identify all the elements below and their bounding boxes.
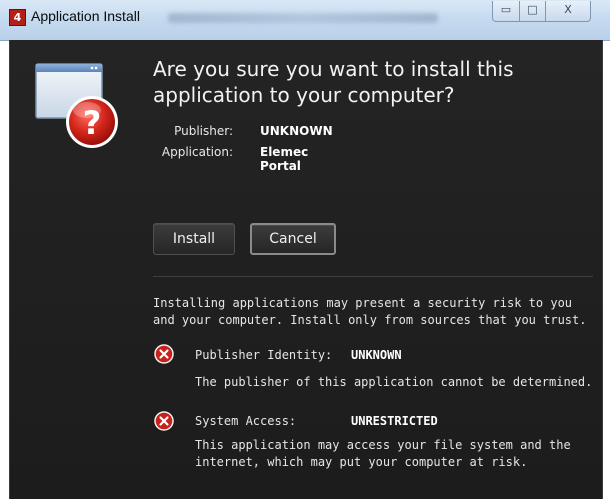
adobe-air-logo-icon: 4 — [9, 9, 26, 26]
publisher-identity-label: Publisher Identity: — [195, 348, 333, 362]
dialog-content: ? Are you sure you want to install this … — [9, 40, 603, 499]
system-access-value: UNRESTRICTED — [351, 414, 438, 428]
system-access-desc: This application may access your file sy… — [195, 438, 571, 469]
error-x-icon — [154, 411, 174, 431]
publisher-value: UNKNOWN — [260, 124, 333, 138]
window-question-icon: ? — [35, 63, 118, 148]
divider — [153, 276, 593, 277]
install-button[interactable]: Install — [153, 223, 235, 255]
application-value: Elemec Portal — [260, 145, 309, 173]
application-label: Application: — [161, 145, 233, 159]
system-access-label: System Access: — [195, 414, 297, 428]
blurred-title-text — [168, 13, 438, 23]
error-x-icon — [154, 344, 174, 364]
publisher-label: Publisher: — [174, 124, 233, 138]
svg-text:?: ? — [83, 104, 102, 142]
page-title: Are you sure you want to install this ap… — [153, 57, 514, 107]
publisher-identity-value: UNKNOWN — [351, 348, 402, 362]
maximize-button[interactable]: □ — [519, 1, 546, 22]
install-dialog-window: 4 Application Install ▭ □ X ? Are you su… — [0, 0, 610, 499]
cancel-button[interactable]: Cancel — [250, 223, 336, 255]
minimize-button[interactable]: ▭ — [492, 1, 520, 22]
publisher-identity-desc: The publisher of this application cannot… — [195, 375, 593, 389]
security-warning-text: Installing applications may present a se… — [153, 296, 587, 327]
title-bar[interactable]: 4 Application Install ▭ □ X — [0, 0, 610, 41]
close-button[interactable]: X — [545, 1, 591, 22]
window-title: Application Install — [31, 8, 140, 24]
